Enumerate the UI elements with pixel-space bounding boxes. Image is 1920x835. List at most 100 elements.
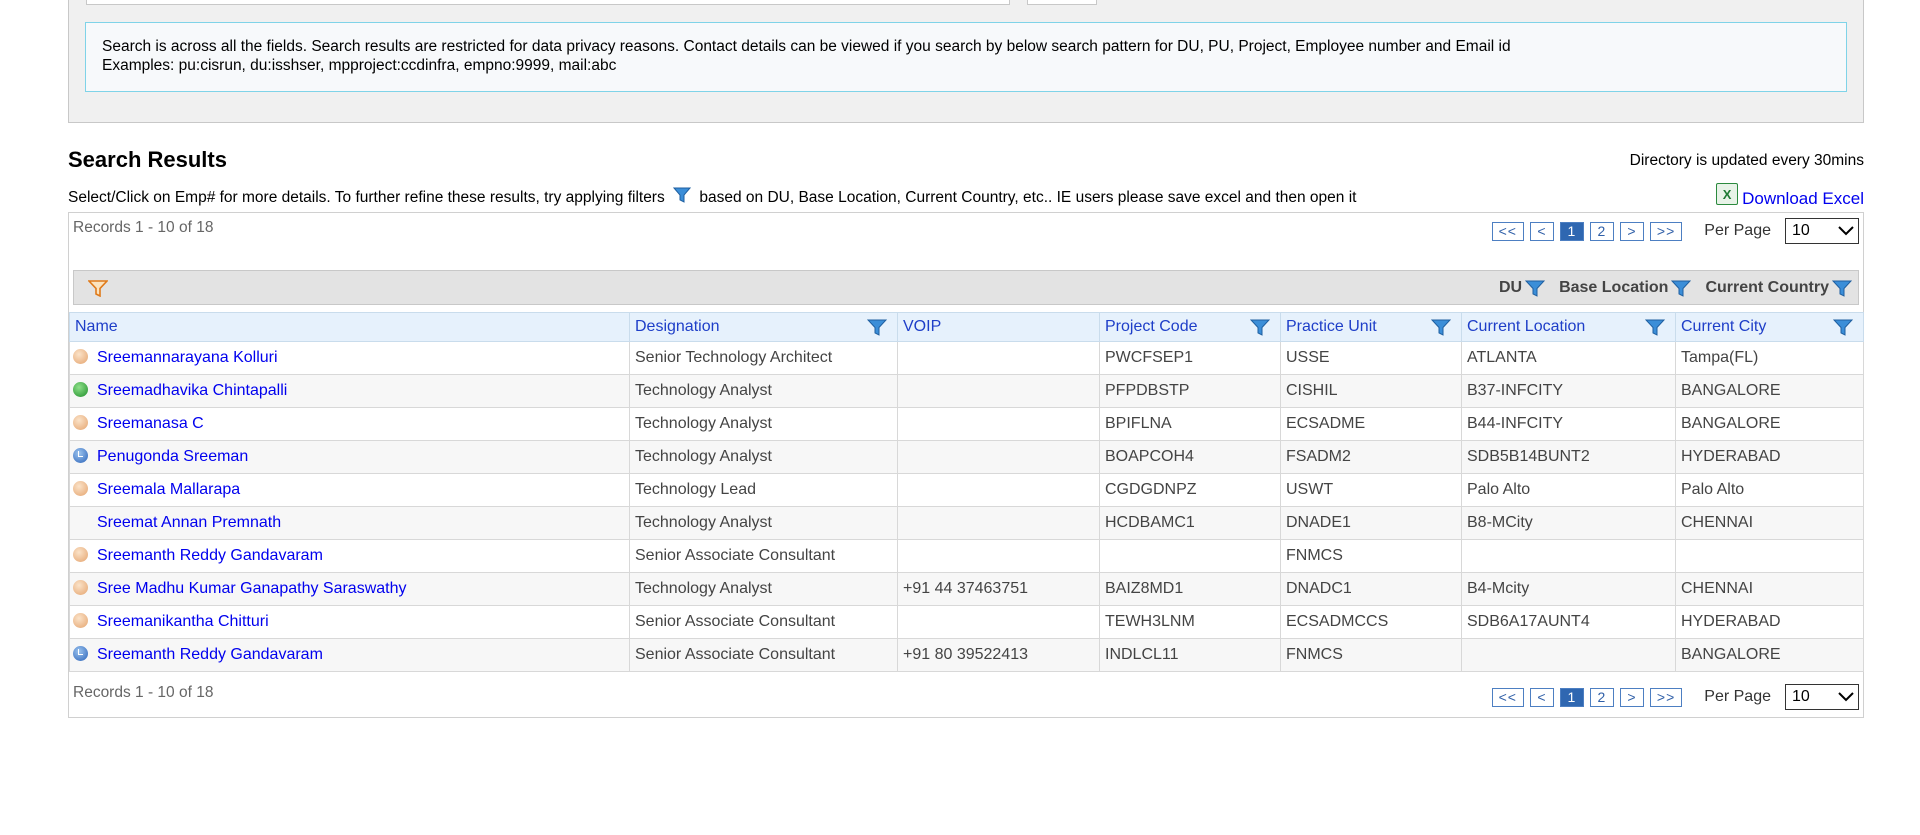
project-code-cell: HCDBAMC1 [1099, 506, 1281, 540]
name-cell: Sreemanikantha Chitturi [69, 605, 630, 639]
excel-icon: X [1716, 183, 1739, 205]
instructions-text-start: Select/Click on Emp# for more details. T… [68, 189, 665, 206]
filter-chip-current-country-label: Current Country [1705, 279, 1829, 296]
filter-icon[interactable] [1249, 319, 1271, 341]
col-header-current-location[interactable]: Current Location [1461, 312, 1676, 342]
practice-unit-cell: FNMCS [1280, 539, 1462, 573]
filter-icon [1525, 280, 1546, 297]
practice-unit-cell: FNMCS [1280, 638, 1462, 672]
pager-last-button[interactable]: >> [1649, 221, 1683, 241]
info-line-1: Search is across all the fields. Search … [102, 38, 1511, 55]
per-page-value: 10 [1792, 688, 1810, 705]
employee-name-link[interactable]: Sreemat Annan Premnath [97, 514, 281, 531]
pager-prev-button[interactable]: < [1529, 221, 1554, 241]
per-page-select[interactable]: 10 [1785, 218, 1859, 244]
records-count-bottom: Records 1 - 10 of 18 [73, 684, 214, 701]
col-header-designation[interactable]: Designation [629, 312, 898, 342]
employee-name-link[interactable]: Penugonda Sreeman [97, 448, 248, 465]
download-excel-label: Download Excel [1742, 189, 1864, 208]
col-header-current-city[interactable]: Current City [1675, 312, 1864, 342]
practice-unit-cell: CISHIL [1280, 374, 1462, 408]
presence-status-icon [73, 646, 88, 661]
col-header-practice-unit[interactable]: Practice Unit [1280, 312, 1462, 342]
voip-cell [897, 374, 1100, 408]
pager-prev-button[interactable]: < [1529, 687, 1554, 707]
name-cell: Sreemanth Reddy Gandavaram [69, 539, 630, 573]
filter-chip-current-country[interactable]: Current Country [1705, 279, 1852, 297]
employee-name-link[interactable]: Sreemanasa C [97, 415, 204, 432]
current-location-cell: B37-INFCITY [1461, 374, 1676, 408]
designation-cell: Technology Lead [629, 473, 898, 507]
col-header-voip[interactable]: VOIP [897, 312, 1100, 342]
current-city-cell: CHENNAI [1675, 572, 1864, 606]
pager-page-2[interactable]: 2 [1589, 221, 1614, 241]
current-location-cell: Palo Alto [1461, 473, 1676, 507]
filter-icon [1671, 280, 1692, 297]
current-location-cell: SDB6A17AUNT4 [1461, 605, 1676, 639]
pager-page-1[interactable]: 1 [1559, 221, 1584, 241]
pager-next-button[interactable]: > [1619, 687, 1644, 707]
employee-name-link[interactable]: Sreemanth Reddy Gandavaram [97, 646, 323, 663]
current-city-cell: BANGALORE [1675, 638, 1864, 672]
voip-cell: +91 80 39522413 [897, 638, 1100, 672]
practice-unit-cell: ECSADMCCS [1280, 605, 1462, 639]
pager-first-button[interactable]: << [1491, 687, 1524, 707]
presence-status-icon [73, 448, 88, 463]
filter-chip-base-location-label: Base Location [1559, 279, 1669, 296]
project-code-cell [1099, 539, 1281, 573]
info-line-2: Examples: pu:cisrun, du:isshser, mpproje… [102, 57, 617, 74]
per-page-select[interactable]: 10 [1785, 684, 1859, 710]
search-button[interactable] [1027, 0, 1097, 5]
employee-name-link[interactable]: Sreemala Mallarapa [97, 481, 240, 498]
voip-cell [897, 605, 1100, 639]
col-header-practice-unit-label: Practice Unit [1286, 318, 1377, 335]
current-location-cell: SDB5B14BUNT2 [1461, 440, 1676, 474]
name-cell: Sreemadhavika Chintapalli [69, 374, 630, 408]
name-cell: Sreemat Annan Premnath [69, 506, 630, 540]
designation-cell: Senior Technology Architect [629, 341, 898, 375]
table-row: Sreemanth Reddy Gandavaram Senior Associa… [69, 638, 1864, 672]
table-row: Sreemanth Reddy Gandavaram Senior Associa… [69, 539, 1864, 573]
table-row: Sreemat Annan Premnath Technology Analyst… [69, 506, 1864, 540]
filter-icon[interactable] [866, 319, 888, 341]
pager-last-button[interactable]: >> [1649, 687, 1683, 707]
presence-status-icon [73, 580, 88, 595]
designation-cell: Technology Analyst [629, 572, 898, 606]
chevron-down-icon [1838, 692, 1854, 702]
search-input[interactable] [86, 0, 1010, 5]
download-excel-link[interactable]: X Download Excel [1716, 183, 1864, 209]
results-table-body: Sreemannarayana Kolluri Senior Technology… [69, 341, 1864, 672]
name-cell: Sreemala Mallarapa [69, 473, 630, 507]
filter-icon[interactable] [1644, 319, 1666, 341]
filter-chip-base-location[interactable]: Base Location [1559, 279, 1692, 297]
col-header-current-city-label: Current City [1681, 318, 1767, 335]
filter-icon[interactable] [1430, 319, 1452, 341]
pager-first-button[interactable]: << [1491, 221, 1524, 241]
employee-name-link[interactable]: Sreemanth Reddy Gandavaram [97, 547, 323, 564]
clear-filters-icon[interactable] [87, 280, 109, 301]
pager-page-1[interactable]: 1 [1559, 687, 1584, 707]
name-cell: Sreemanth Reddy Gandavaram [69, 638, 630, 672]
filter-icon[interactable] [1832, 319, 1854, 341]
employee-name-link[interactable]: Sree Madhu Kumar Ganapathy Saraswathy [97, 580, 407, 597]
employee-name-link[interactable]: Sreemadhavika Chintapalli [97, 382, 287, 399]
name-cell: Sreemanasa C [69, 407, 630, 441]
col-header-name[interactable]: Name [69, 312, 630, 342]
practice-unit-cell: USSE [1280, 341, 1462, 375]
col-header-designation-label: Designation [635, 318, 720, 335]
table-row: Sreemadhavika Chintapalli Technology Anal… [69, 374, 1864, 408]
current-city-cell: HYDERABAD [1675, 440, 1864, 474]
employee-name-link[interactable]: Sreemannarayana Kolluri [97, 349, 278, 366]
employee-name-link[interactable]: Sreemanikantha Chitturi [97, 613, 269, 630]
filter-icon [672, 187, 692, 208]
pager-next-button[interactable]: > [1619, 221, 1644, 241]
designation-cell: Technology Analyst [629, 374, 898, 408]
results-table: Name Designation VOIP Project Code Pract… [69, 312, 1864, 672]
practice-unit-cell: DNADE1 [1280, 506, 1462, 540]
col-header-project-code[interactable]: Project Code [1099, 312, 1281, 342]
filter-chip-du[interactable]: DU [1499, 279, 1546, 297]
clear-icon[interactable]: ✕ [1103, 0, 1117, 3]
instructions-text-end: based on DU, Base Location, Current Coun… [699, 189, 1357, 206]
pager-page-2[interactable]: 2 [1589, 687, 1614, 707]
filter-icon [1832, 280, 1852, 297]
